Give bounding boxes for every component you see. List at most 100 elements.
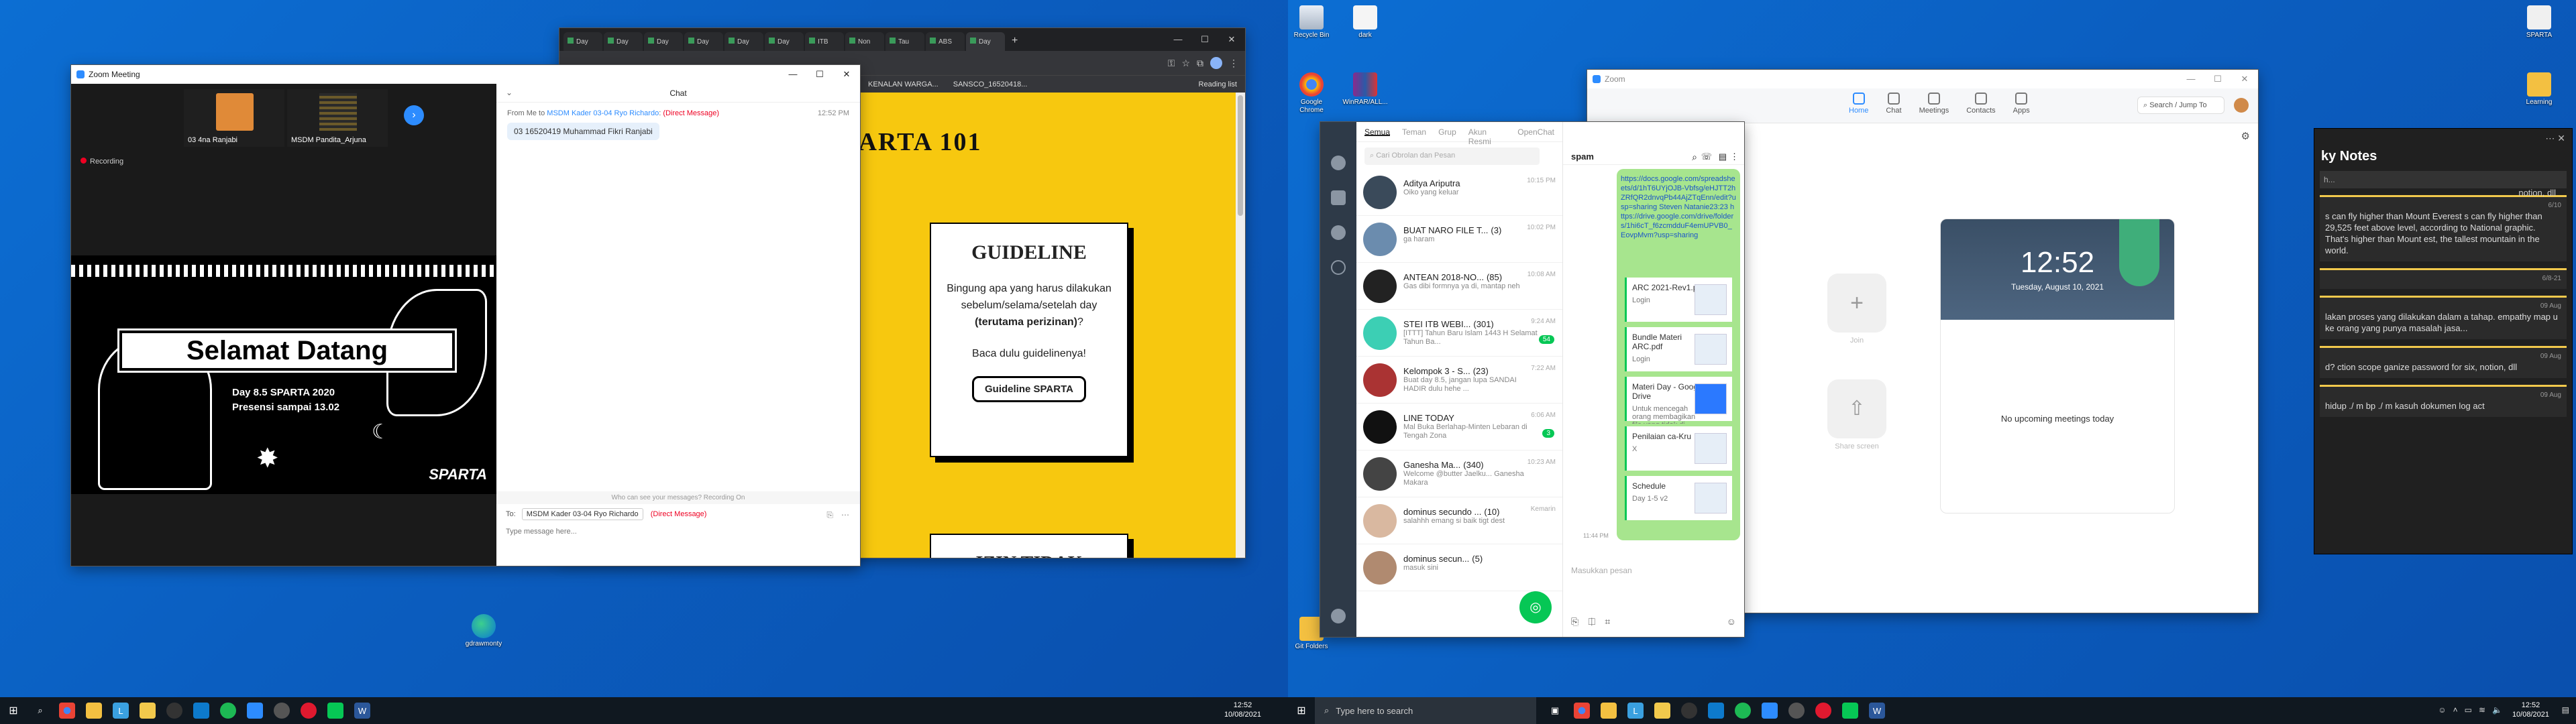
sticky-note-card[interactable]: 6/8-21: [2320, 268, 2567, 289]
browser-tab[interactable]: Tau: [885, 32, 924, 51]
attach-icon[interactable]: ⎘: [1571, 616, 1578, 627]
zoom-nav-meetings[interactable]: Meetings: [1919, 93, 1949, 115]
browser-tab[interactable]: Day: [564, 32, 602, 51]
sticky-note-card[interactable]: 09 Aug d? ction scope ganize password for…: [2320, 346, 2567, 378]
search-icon[interactable]: ⌕: [1692, 152, 1697, 163]
chat-input[interactable]: [506, 528, 841, 536]
shared-file-card[interactable]: Penilaian ca-Kru X: [1625, 426, 1732, 471]
browser-tab[interactable]: Non: [845, 32, 884, 51]
history-icon[interactable]: [1331, 260, 1346, 275]
participant-tile[interactable]: MSDM Pandita_Arjuna: [287, 89, 388, 147]
chat-list-item[interactable]: Kelompok 3 - S... (23) Buat day 8.5, janga…: [1356, 357, 1562, 404]
zoom-nav-apps[interactable]: Apps: [2013, 93, 2030, 115]
browser-tab[interactable]: Day: [604, 32, 643, 51]
app-icon[interactable]: [274, 703, 290, 719]
chat-list-item[interactable]: LINE TODAY Mal Buka Berlahap-Minten Lebar…: [1356, 404, 1562, 450]
bookmark-item[interactable]: KENALAN WARGA...: [868, 80, 938, 88]
minimize-icon[interactable]: —: [1165, 34, 1191, 45]
crop-icon[interactable]: ⌗: [1605, 616, 1610, 627]
desktop-icon-edge[interactable]: gdrawmonty: [460, 614, 507, 648]
bookmark-icon[interactable]: ⎅: [1588, 616, 1595, 627]
maximize-icon[interactable]: ☐: [1191, 34, 1218, 45]
desktop-icon-dark[interactable]: dark: [1342, 5, 1389, 40]
people-icon[interactable]: ☺: [2438, 705, 2446, 715]
participant-tile[interactable]: 03 4na Ranjabi: [184, 89, 284, 147]
zoom-search[interactable]: ⌕ Search / Jump To: [2137, 97, 2224, 114]
extension-icon[interactable]: ⧉: [1197, 58, 1203, 69]
message-links[interactable]: https://docs.google.com/spreadsheets/d/1…: [1621, 174, 1736, 272]
new-chat-button[interactable]: ◎: [1519, 591, 1552, 623]
app-icon[interactable]: L: [1627, 703, 1644, 719]
desktop-icon-learning[interactable]: Learning: [2516, 72, 2563, 107]
taskbar-clock[interactable]: 12:52 10/08/2021: [1224, 701, 1261, 719]
chevron-up-icon[interactable]: ˄: [2453, 705, 2458, 715]
zoom-nav-home[interactable]: Home: [1849, 93, 1868, 115]
shared-file-card[interactable]: Materi Day - Google Drive Untuk mencegah …: [1625, 377, 1732, 424]
folder-icon[interactable]: [1601, 703, 1617, 719]
chat-list-item[interactable]: Aditya Ariputra Oiko yang keluar 10:15 PM: [1356, 169, 1562, 216]
chat-list-item[interactable]: BUAT NARO FILE T... (3) ga haram 10:02 PM: [1356, 216, 1562, 263]
shared-file-card[interactable]: ARC 2021-Rev1.pdf Login: [1625, 278, 1732, 322]
notification-icon[interactable]: ▤: [2562, 705, 2569, 715]
chat-list-item[interactable]: Ganesha Ma... (340) Welcome @butter Jaelku…: [1356, 450, 1562, 497]
desktop-icon-sparta[interactable]: SPARTA: [2516, 5, 2563, 40]
battery-icon[interactable]: ▭: [2465, 705, 2472, 715]
task-view-icon[interactable]: ▣: [1547, 703, 1563, 719]
line-tab[interactable]: Semua: [1364, 127, 1391, 137]
word-icon[interactable]: W: [1869, 703, 1885, 719]
minimize-icon[interactable]: —: [780, 69, 806, 80]
phone-icon[interactable]: ☏: [1701, 152, 1712, 162]
sender-link[interactable]: MSDM Kader 03-04 Ryo Richardo: [547, 109, 659, 117]
browser-tab[interactable]: Day: [966, 32, 1005, 51]
search-icon[interactable]: ⌕: [32, 703, 48, 719]
wifi-icon[interactable]: ≋: [2479, 705, 2485, 715]
minimize-icon[interactable]: —: [2178, 74, 2204, 84]
settings-icon[interactable]: [1331, 609, 1346, 623]
sticky-search[interactable]: h...: [2320, 171, 2567, 188]
zoom-icon[interactable]: [247, 703, 263, 719]
add-friend-icon[interactable]: [1331, 225, 1346, 240]
line-icon[interactable]: [327, 703, 343, 719]
browser-tab[interactable]: Day: [765, 32, 804, 51]
vscode-icon[interactable]: [1708, 703, 1724, 719]
desktop-icon-chrome[interactable]: Google Chrome: [1288, 72, 1335, 115]
browser-tab[interactable]: Day: [684, 32, 723, 51]
avatar[interactable]: [2234, 98, 2249, 113]
volume-icon[interactable]: 🔈: [2492, 705, 2502, 715]
profile-icon[interactable]: [1210, 57, 1222, 69]
file-icon[interactable]: ⎘: [826, 510, 833, 520]
github-icon[interactable]: [1681, 703, 1697, 719]
browser-tab[interactable]: Day: [644, 32, 683, 51]
line-icon[interactable]: [1842, 703, 1858, 719]
browser-tab[interactable]: ABS: [926, 32, 965, 51]
key-icon[interactable]: ⚿: [1168, 58, 1175, 69]
line-tab[interactable]: Grup: [1438, 127, 1456, 137]
opera-icon[interactable]: [1815, 703, 1831, 719]
taskbar-clock[interactable]: 12:52 10/08/2021: [2512, 701, 2549, 719]
github-icon[interactable]: [166, 703, 182, 719]
spotify-icon[interactable]: [220, 703, 236, 719]
zoom-icon[interactable]: [1762, 703, 1778, 719]
chrome-icon[interactable]: [59, 703, 75, 719]
new-tab-icon[interactable]: +: [1012, 35, 1018, 47]
recipient-select[interactable]: MSDM Kader 03-04 Ryo Richardo: [521, 508, 643, 520]
zoom-nav-chat[interactable]: Chat: [1886, 93, 1902, 115]
desktop-icon-recycle-bin[interactable]: Recycle Bin: [1288, 5, 1335, 40]
app-icon[interactable]: [1788, 703, 1805, 719]
folder-icon[interactable]: [86, 703, 102, 719]
emoji-icon[interactable]: ☺: [1727, 616, 1736, 627]
maximize-icon[interactable]: ☐: [2204, 74, 2231, 84]
chrome-icon[interactable]: [1574, 703, 1590, 719]
more-icon[interactable]: ⋯: [841, 510, 849, 520]
share-screen-button[interactable]: ⇧: [1827, 379, 1886, 438]
desktop-icon-winrar[interactable]: WinRAR/ALL...: [1342, 72, 1389, 107]
chat-list-item[interactable]: STEI ITB WEBI... (301) [ITTT] Tahun Baru I…: [1356, 310, 1562, 357]
join-button[interactable]: +: [1827, 274, 1886, 333]
star-icon[interactable]: ☆: [1181, 58, 1190, 69]
opera-icon[interactable]: [301, 703, 317, 719]
more-icon[interactable]: ⋮: [1730, 152, 1739, 162]
line-tab[interactable]: Akun Resmi: [1468, 127, 1506, 146]
who-can-see[interactable]: Who can see your messages? Recording On: [496, 491, 860, 504]
scrollbar[interactable]: [1236, 93, 1245, 558]
sticky-note-card[interactable]: 09 Aug lakan proses yang dilakukan dalam …: [2320, 296, 2567, 339]
